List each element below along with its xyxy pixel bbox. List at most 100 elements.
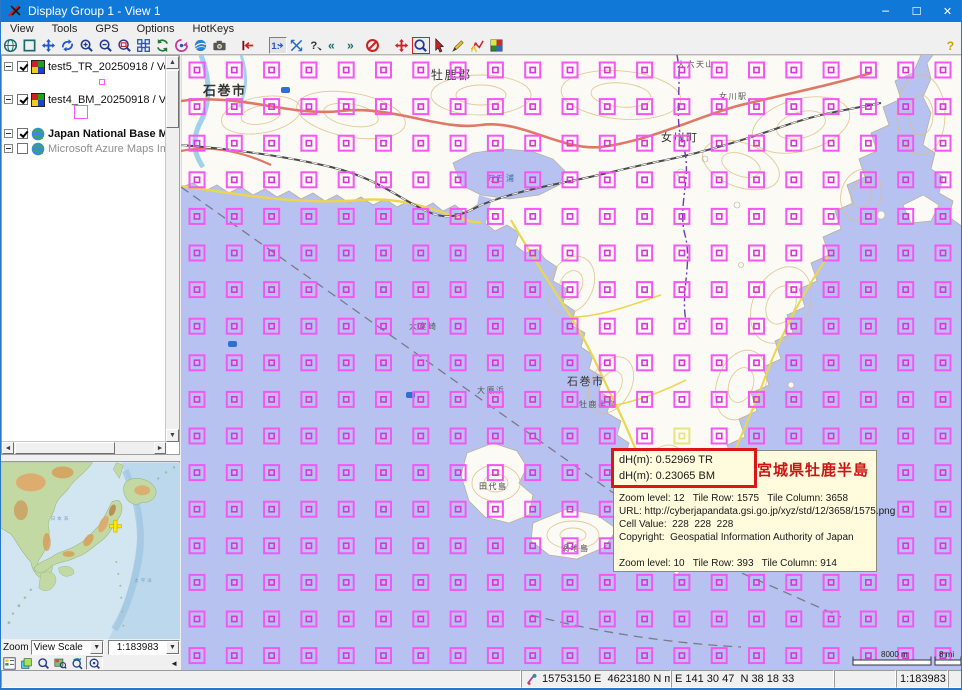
world-tool-button[interactable] [192, 37, 210, 54]
zoom-spot-tool-button[interactable] [86, 656, 103, 670]
svg-text:?: ? [310, 39, 317, 51]
tree-expander[interactable] [4, 95, 13, 104]
layers-tool-button[interactable] [18, 656, 35, 670]
scroll-right-button[interactable]: ► [154, 442, 166, 454]
legend-tool-button[interactable] [1, 656, 18, 670]
tooltip-region-title: 宮城県牡鹿半島 [757, 459, 869, 480]
app-icon [7, 3, 23, 19]
tooltip-line: Zoom level: 10 Tile Row: 393 Tile Column… [619, 558, 837, 569]
disable-tool-button[interactable] [364, 37, 382, 54]
maximize-button[interactable]: ☐ [901, 0, 932, 22]
one-to-one-tool-button[interactable]: 1: [269, 37, 287, 54]
add-link-tool-button[interactable] [240, 37, 258, 54]
camera-tool-button[interactable] [211, 37, 229, 54]
tree-expander[interactable] [4, 144, 13, 153]
minimize-button[interactable]: ─ [870, 0, 901, 22]
zoom-controls: Zoom View Scale ▼ 1:183983 ▼ [1, 639, 180, 656]
status-segment [1, 670, 521, 688]
main-toolbar: 1:? «»? [1, 36, 962, 55]
status-segment [948, 670, 962, 688]
tooltip-line: Cell Value: 228 228 228 [619, 519, 733, 530]
scroll-down-button[interactable]: ▼ [166, 429, 179, 442]
layer-class-symbol [74, 105, 88, 119]
zoom-out-tool-button[interactable] [97, 37, 115, 54]
globe-tool-button[interactable] [2, 37, 20, 54]
magnifier-tool-button[interactable] [35, 656, 52, 670]
refresh-tool-button[interactable] [154, 37, 172, 54]
menu-hotkeys[interactable]: HotKeys [184, 22, 244, 36]
tree-horizontal-scrollbar[interactable]: ◄ ► [2, 441, 166, 454]
layer-item[interactable]: Microsoft Azure Maps Imagery [4, 141, 166, 156]
zoom-box-tool-button[interactable] [116, 37, 134, 54]
status-segment: 1:183983 [896, 670, 948, 688]
scroll-left-button[interactable]: ◄ [2, 442, 14, 454]
layer-label: Microsoft Azure Maps Imagery [48, 143, 166, 155]
tooltip-line: URL: http://cyberjapandata.gsi.go.jp/xyz… [619, 506, 895, 517]
zoom-in-tool-button[interactable] [78, 37, 96, 54]
layer-visibility-checkbox[interactable] [17, 61, 28, 72]
rgb-layer-icon [31, 60, 45, 74]
image-tool-button[interactable] [488, 37, 506, 54]
menu-tools[interactable]: Tools [43, 22, 87, 36]
layer-tree[interactable]: test5_TR_20250918 / Vout test4_BM_2025091… [1, 55, 180, 455]
layer-visibility-checkbox[interactable] [17, 143, 28, 154]
mini-toolbar: ◄ [1, 656, 180, 670]
zoom-select-tool-button[interactable] [412, 37, 430, 54]
layer-visibility-checkbox[interactable] [17, 128, 28, 139]
tree-vertical-scrollbar[interactable]: ▲ ▼ [165, 56, 179, 442]
dh-value-tr: dH(m): 0.52969 TR [619, 454, 713, 466]
map-viewport[interactable]: 石巻市牡鹿郡女川町女川駅万石浦大六天山石巻市牡鹿半島大原浜大室崎田代島網地島 8… [181, 55, 962, 670]
map-place-label: 万石浦 [487, 173, 516, 183]
move-cross-tool-button[interactable] [393, 37, 411, 54]
layer-item[interactable]: test5_TR_20250918 / Vout [4, 59, 166, 74]
scale-mode-select[interactable]: View Scale ▼ [31, 640, 105, 655]
scrollbar-thumb[interactable] [15, 442, 115, 454]
menu-options[interactable]: Options [128, 22, 184, 36]
rgb-layer-icon [31, 93, 45, 107]
layer-visibility-checkbox[interactable] [17, 94, 28, 105]
status-segment [834, 670, 896, 688]
overview-map[interactable]: 日本海太平洋 [1, 461, 180, 639]
close-button[interactable]: ✕ [932, 0, 962, 22]
layer-item[interactable]: Japan National Base Map [4, 126, 166, 141]
measure-tool-button[interactable] [288, 37, 306, 54]
status-bar: 15753150 E 4623180 N mE 141 30 47 N 38 1… [1, 670, 962, 688]
pan-tool-button[interactable] [40, 37, 58, 54]
redraw-tool-button[interactable] [173, 37, 191, 54]
tooltip-line: Zoom level: 12 Tile Row: 1575 Tile Colum… [619, 493, 848, 504]
refresh-zoom-tool-button[interactable] [69, 656, 86, 670]
layer-label: test5_TR_20250918 / Vout [48, 61, 166, 73]
tree-expander[interactable] [4, 62, 13, 71]
tile-grid-tool-button[interactable] [135, 37, 153, 54]
dropdown-arrow-icon[interactable]: ▼ [166, 641, 179, 654]
layer-class-symbol [99, 79, 105, 85]
map-zoom-tool-button[interactable] [52, 656, 69, 670]
menu-view[interactable]: View [1, 22, 43, 36]
prev-tool-button[interactable]: « [326, 37, 344, 54]
globe-layer-icon [31, 142, 45, 156]
query-tool-button[interactable]: ? [307, 37, 325, 54]
svg-text:»: » [347, 38, 354, 52]
window-title: Display Group 1 - View 1 [28, 4, 870, 18]
scrollbar-thumb[interactable] [166, 70, 179, 128]
next-tool-button[interactable]: » [345, 37, 363, 54]
scroll-up-button[interactable]: ▲ [166, 56, 179, 69]
help-icon[interactable]: ? [941, 37, 959, 54]
panel-collapse-arrow[interactable]: ◄ [170, 659, 178, 668]
dh-value-bm: dH(m): 0.23065 BM [619, 470, 715, 482]
layer-tree-content: test5_TR_20250918 / Vout test4_BM_2025091… [2, 56, 166, 442]
menu-gps[interactable]: GPS [86, 22, 127, 36]
map-place-label: 石巻市 [567, 374, 605, 388]
vertex-edit-tool-button[interactable] [469, 37, 487, 54]
map-place-label: 大原浜 [477, 385, 506, 395]
pointer-tool-button[interactable] [431, 37, 449, 54]
globe-layer-icon [31, 127, 45, 141]
main-area: test5_TR_20250918 / Vout test4_BM_2025091… [1, 55, 962, 670]
reposition-tool-button[interactable] [59, 37, 77, 54]
layer-label: test4_BM_20250918 / Vout [48, 94, 166, 106]
scale-value-select[interactable]: 1:183983 ▼ [108, 640, 180, 655]
fit-window-tool-button[interactable] [21, 37, 39, 54]
tree-expander[interactable] [4, 129, 13, 138]
dropdown-arrow-icon[interactable]: ▼ [90, 641, 103, 654]
pencil-tool-button[interactable] [450, 37, 468, 54]
